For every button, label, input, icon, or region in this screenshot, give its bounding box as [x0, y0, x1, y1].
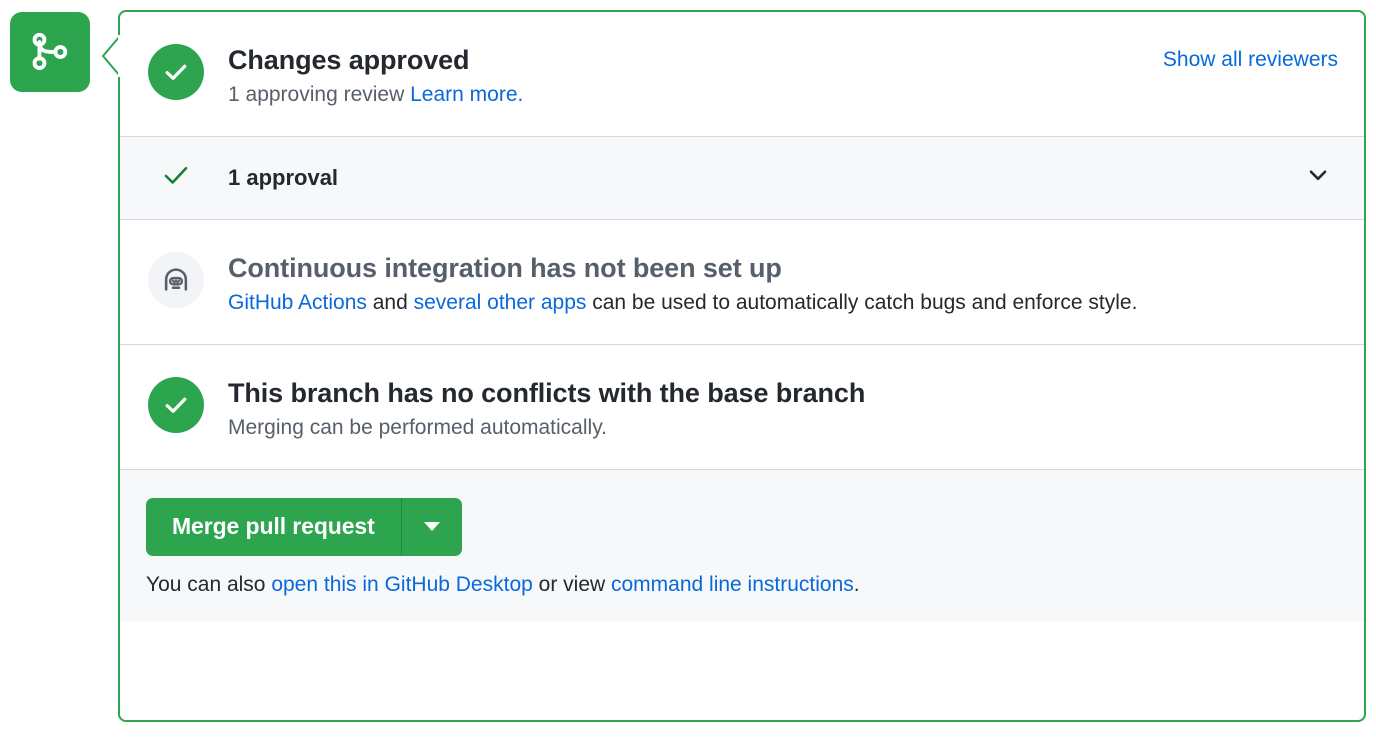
conflicts-subtitle: Merging can be performed automatically. [228, 415, 607, 439]
ci-icon-slot [146, 250, 206, 310]
note-mid: or view [532, 572, 611, 596]
ci-body-tail: can be used to automatically catch bugs … [586, 290, 1138, 314]
ci-text: Continuous integration has not been set … [228, 250, 1338, 318]
show-all-reviewers-link[interactable]: Show all reviewers [1163, 48, 1338, 71]
review-count-text: 1 approving review [228, 82, 405, 106]
review-status-title: Changes approved [228, 45, 470, 75]
approval-expand-button[interactable] [1298, 158, 1338, 198]
merge-box: Changes approved 1 approving review Lear… [118, 10, 1366, 722]
review-status-text: Changes approved 1 approving review Lear… [228, 42, 1143, 110]
approval-row[interactable]: 1 approval [120, 135, 1364, 220]
several-other-apps-link[interactable]: several other apps [414, 291, 587, 314]
check-icon [161, 160, 191, 195]
conflicts-icon-slot [146, 375, 206, 435]
approval-check-slot [146, 160, 206, 195]
merge-action-section: Merge pull request You can also open thi… [120, 469, 1364, 622]
bot-icon [148, 251, 204, 308]
conflicts-section: This branch has no conflicts with the ba… [120, 345, 1364, 469]
merge-footer-note: You can also open this in GitHub Desktop… [146, 571, 1338, 598]
pr-state-badge [10, 12, 90, 92]
note-prefix: You can also [146, 572, 272, 596]
note-suffix: . [853, 572, 860, 596]
show-all-reviewers-action: Show all reviewers [1163, 42, 1338, 72]
chevron-down-icon [1305, 162, 1331, 193]
review-status-section: Changes approved 1 approving review Lear… [120, 12, 1364, 136]
github-actions-link[interactable]: GitHub Actions [228, 291, 367, 314]
ci-body: GitHub Actions and several other apps ca… [228, 289, 1338, 318]
ci-body-mid: and [366, 290, 414, 314]
approval-label: 1 approval [228, 164, 339, 190]
ci-title: Continuous integration has not been set … [228, 252, 782, 283]
conflicts-text: This branch has no conflicts with the ba… [228, 375, 1338, 443]
command-line-instructions-link[interactable]: command line instructions [611, 573, 854, 596]
merge-pull-request-split-button[interactable]: Merge pull request [146, 497, 462, 556]
merge-method-dropdown-button[interactable] [402, 498, 462, 556]
check-circle-icon [148, 44, 204, 100]
git-merge-icon [27, 29, 73, 75]
merge-box-screen: Changes approved 1 approving review Lear… [0, 0, 1376, 742]
merge-pull-request-button[interactable]: Merge pull request [146, 498, 401, 556]
review-status-icon-slot [146, 42, 206, 102]
ci-section: Continuous integration has not been set … [120, 220, 1364, 344]
learn-more-link[interactable]: Learn more. [410, 83, 523, 106]
callout-caret [100, 34, 122, 77]
github-desktop-link[interactable]: open this in GitHub Desktop [271, 573, 532, 596]
check-circle-icon [148, 376, 204, 433]
conflicts-title: This branch has no conflicts with the ba… [228, 377, 866, 408]
review-status-subtitle: 1 approving review Learn more. [228, 81, 1143, 110]
caret-down-icon [423, 522, 440, 532]
